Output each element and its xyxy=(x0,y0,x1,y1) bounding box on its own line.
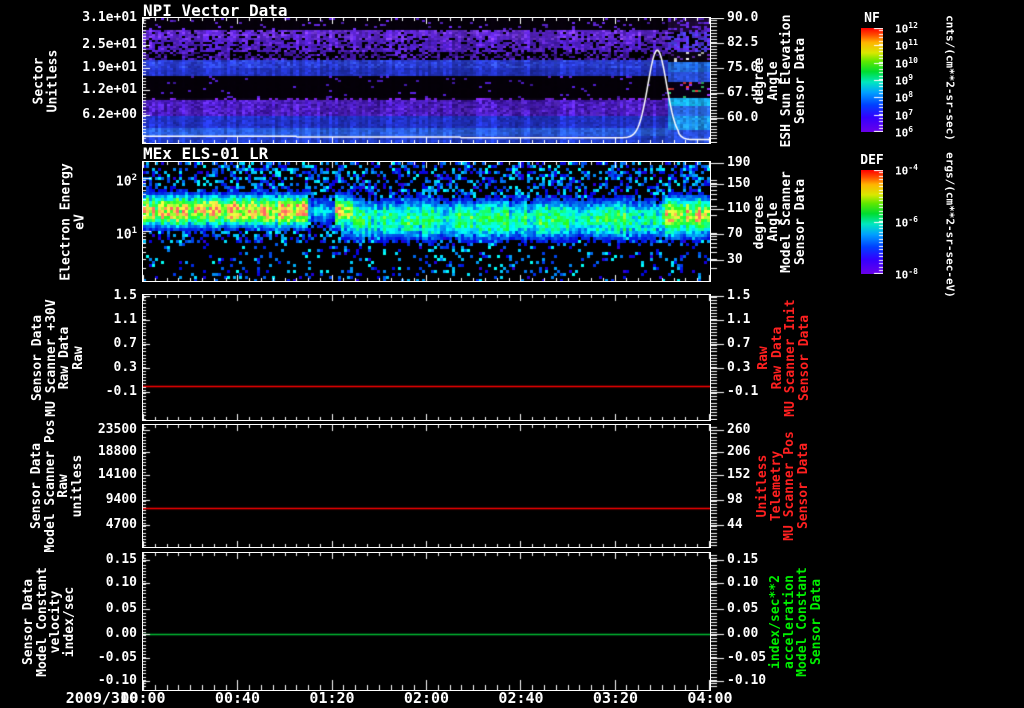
y-tick-label: -0.10 xyxy=(97,672,137,688)
right-tick-label: 30 xyxy=(727,251,743,267)
time-tick-label: 02:00 xyxy=(403,689,450,707)
right-tick-label: 0.15 xyxy=(727,551,759,567)
y-tick-label: 1.5 xyxy=(113,288,137,303)
right-tick-label: 75.0 xyxy=(727,60,759,75)
line-panel-5 xyxy=(142,552,711,691)
right-axis-ticks-4 xyxy=(711,425,727,547)
y-tick-label: 0.00 xyxy=(105,625,137,641)
plot-page: NPI Vector Data MEx ELS-01 LR 2009/310 N… xyxy=(0,0,1024,708)
y-tick-label: 0.10 xyxy=(105,575,137,590)
panel-canvas-4 xyxy=(143,425,710,547)
right-axis-ticks-2 xyxy=(711,162,727,281)
y-tick-label: 14100 xyxy=(97,467,137,483)
right-tick-label: 0.7 xyxy=(727,336,751,351)
right-axis-ticks-3 xyxy=(711,295,727,420)
right-tick-label: 98 xyxy=(727,492,743,508)
right-tick-label: 44 xyxy=(727,517,743,533)
time-tick-label: 00:40 xyxy=(214,689,261,707)
y-tick-label: 1.9e+01 xyxy=(82,60,137,75)
y-tick-label: 2.5e+01 xyxy=(82,37,137,52)
y-tick-label: 1.2e+01 xyxy=(82,82,137,97)
colorbar-tick-label: 108 xyxy=(895,90,914,105)
y-tick-label: -0.05 xyxy=(97,649,137,665)
right-tick-label: 0.00 xyxy=(727,625,759,641)
right-tick-label: 67.5 xyxy=(727,85,759,100)
y-tick-label: 6.2e+00 xyxy=(82,107,137,122)
right-tick-label: 190 xyxy=(727,155,751,171)
colorbar-ticks-nf xyxy=(861,28,883,132)
y-tick-label: 101 xyxy=(115,226,137,243)
right-tick-label: 110 xyxy=(727,201,751,216)
spectrogram-panel-1 xyxy=(142,17,711,144)
right-axis-ticks-1 xyxy=(711,18,727,143)
right-tick-label: 82.5 xyxy=(727,35,759,50)
right-tick-label: 1.5 xyxy=(727,288,751,303)
right-axis-ticks-5 xyxy=(711,553,727,690)
y-tick-label: 9400 xyxy=(105,492,137,508)
time-tick-label: 04:00 xyxy=(687,689,733,707)
right-tick-label: -0.05 xyxy=(727,649,767,665)
colorbar-ticks-def xyxy=(861,170,883,274)
right-tick-label: 260 xyxy=(727,422,751,437)
y-tick-label: -0.1 xyxy=(105,384,137,399)
time-tick-label: 02:40 xyxy=(498,689,544,707)
y-tick-label: 3.1e+01 xyxy=(82,10,137,25)
panel-canvas-3 xyxy=(143,295,710,420)
colorbar-nf-title: NF xyxy=(864,11,880,26)
time-tick-label: 01:20 xyxy=(309,689,355,707)
y-tick-label: 0.3 xyxy=(113,360,137,375)
panel-canvas-1 xyxy=(143,18,710,143)
time-tick-label: 00:00 xyxy=(120,689,166,707)
line-panel-4 xyxy=(142,424,711,548)
colorbar-tick-label: 10-4 xyxy=(895,163,918,178)
right-tick-label: 0.10 xyxy=(727,575,759,590)
right-tick-label: 0.3 xyxy=(727,360,751,375)
right-axis-label-1: degree Angle ESH Sun Elevation Sensor Da… xyxy=(752,13,808,148)
colorbar-nf-units: cnts/(cm**2-sr-sec) xyxy=(943,15,957,141)
y-tick-label: 4700 xyxy=(105,517,137,533)
panel-canvas-5 xyxy=(143,553,710,690)
right-tick-label: -0.1 xyxy=(727,384,759,399)
time-tick-label: 03:20 xyxy=(592,689,639,707)
y-tick-label: 0.15 xyxy=(105,551,137,567)
colorbar-def-units: ergs/(cm**2-sr-sec-eV) xyxy=(943,152,957,298)
colorbar-tick-label: 10-8 xyxy=(895,267,918,282)
y-tick-label: 1.1 xyxy=(113,312,137,327)
right-tick-label: 60.0 xyxy=(727,110,759,125)
line-panel-3 xyxy=(142,294,711,421)
y-axis-label-1: Sector Unitless xyxy=(31,49,61,112)
right-tick-label: -0.10 xyxy=(727,672,767,688)
colorbar-tick-label: 106 xyxy=(895,125,914,140)
right-tick-label: 1.1 xyxy=(727,312,751,327)
y-tick-label: 0.05 xyxy=(105,601,137,617)
y-tick-label: 23500 xyxy=(97,422,137,437)
colorbar-tick-label: 1010 xyxy=(895,55,918,71)
right-tick-label: 152 xyxy=(727,467,751,483)
right-tick-label: 150 xyxy=(727,176,751,191)
y-tick-label: 0.7 xyxy=(113,336,137,351)
colorbar-tick-label: 10-6 xyxy=(895,215,918,230)
colorbar-tick-label: 1012 xyxy=(895,21,918,36)
colorbar-tick-label: 107 xyxy=(895,107,914,123)
panel-canvas-2 xyxy=(143,162,710,281)
right-tick-label: 0.05 xyxy=(727,601,759,617)
spectrogram-panel-2 xyxy=(142,161,711,282)
right-tick-label: 206 xyxy=(727,444,751,460)
colorbar-def-title: DEF xyxy=(860,153,884,168)
colorbar-tick-label: 1011 xyxy=(895,38,918,53)
colorbar-tick-label: 109 xyxy=(895,73,914,88)
y-tick-label: 102 xyxy=(115,172,137,190)
right-tick-label: 90.0 xyxy=(727,10,759,25)
y-tick-label: 18800 xyxy=(97,444,137,460)
right-tick-label: 70 xyxy=(727,225,743,241)
